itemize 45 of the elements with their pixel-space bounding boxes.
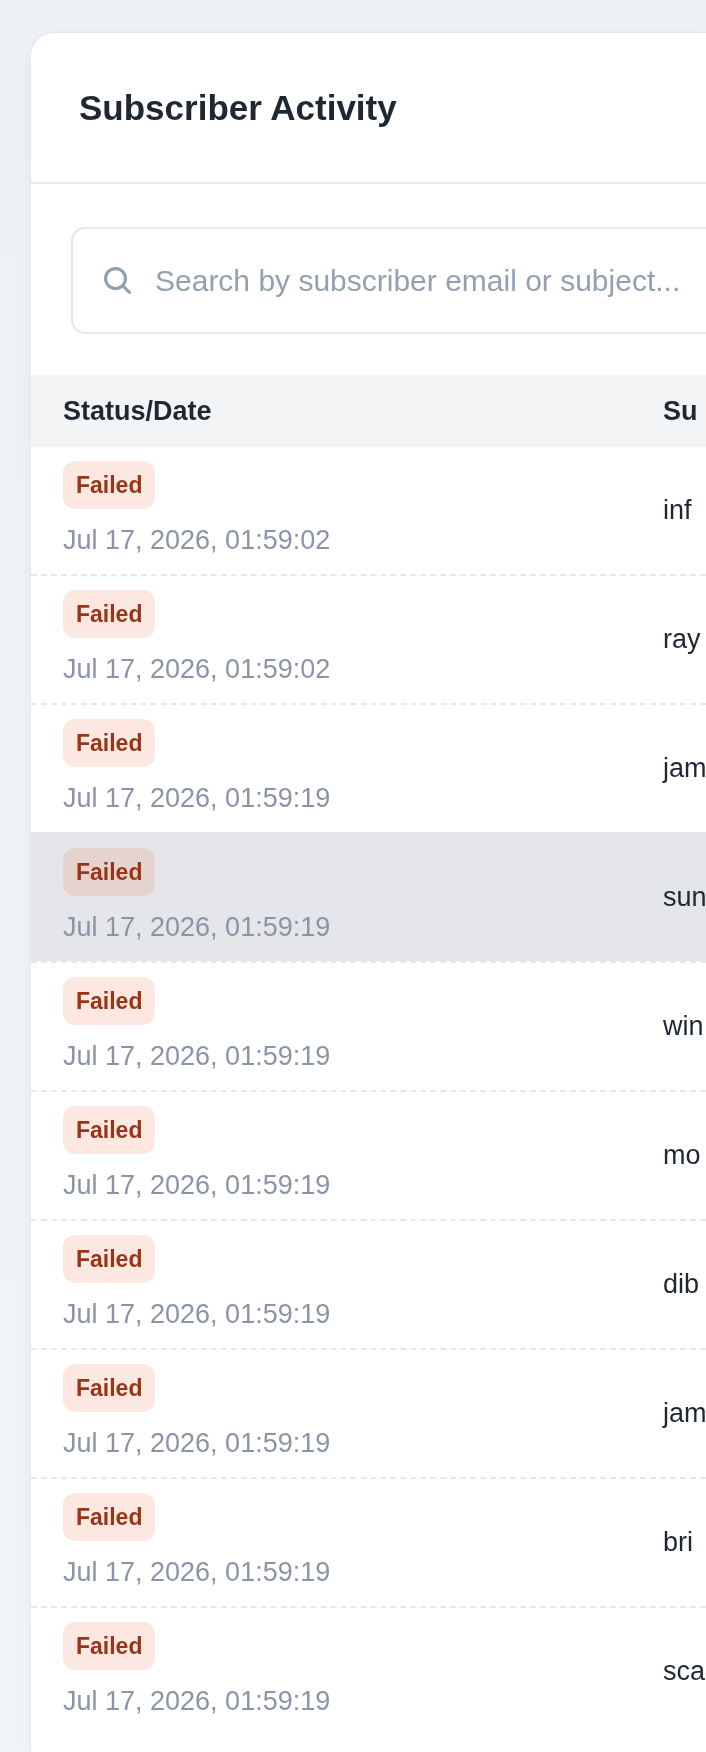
date-text: Jul 17, 2026, 01:59:19 [63, 1169, 331, 1202]
table-cell-text: dib [663, 1269, 701, 1300]
table-cell-text: mo [663, 1140, 702, 1171]
date-text: Jul 17, 2026, 01:59:19 [63, 1685, 331, 1718]
date-text: Jul 17, 2026, 01:59:19 [63, 911, 331, 944]
status-badge: Failed [63, 590, 156, 638]
column-header: Su [663, 395, 699, 427]
status-badge: Failed [63, 461, 156, 509]
table-cell: sca [663, 1656, 706, 1687]
table-row[interactable]: Failed Jul 17, 2026, 01:59:02 inf [31, 447, 706, 574]
table-row[interactable]: Failed Jul 17, 2026, 01:59:19 jam [31, 1348, 706, 1477]
status-badge: Failed [63, 1493, 156, 1541]
table-cell-text: ray [663, 624, 702, 655]
table-row[interactable]: Failed Jul 17, 2026, 01:59:02 ray [31, 574, 706, 703]
table-row[interactable]: Failed Jul 17, 2026, 01:59:19 dib [31, 1219, 706, 1348]
table-cell-text: bri [663, 1527, 694, 1558]
date-text: Jul 17, 2026, 01:59:02 [63, 653, 331, 686]
search-field[interactable]: Search by subscriber email or subject... [71, 227, 706, 334]
table-cell-text: win [663, 1011, 705, 1042]
table-cell: jam [663, 753, 706, 784]
column-header: Status/Date [63, 395, 213, 427]
date-text: Jul 17, 2026, 01:59:19 [63, 1040, 331, 1073]
status-badge: Failed [63, 1364, 156, 1412]
table-row[interactable]: Failed Jul 17, 2026, 01:59:19 bri [31, 1477, 706, 1606]
date-text: Jul 17, 2026, 01:59:19 [63, 1556, 331, 1589]
table-row[interactable]: Failed Jul 17, 2026, 01:59:19 sun [31, 832, 706, 961]
status-badge: Failed [63, 719, 156, 767]
table-row[interactable]: Failed Jul 17, 2026, 01:59:19 win [31, 961, 706, 1090]
status-badge: Failed [63, 1622, 156, 1670]
date-text: Jul 17, 2026, 01:59:19 [63, 1427, 331, 1460]
date-text: Jul 17, 2026, 01:59:19 [63, 1298, 331, 1331]
table-cell-text: inf [663, 495, 693, 526]
card-title: Subscriber Activity [79, 86, 397, 129]
status-badge: Failed [63, 977, 156, 1025]
table-row[interactable]: Failed Jul 17, 2026, 01:59:19 jam [31, 703, 706, 832]
date-text: Jul 17, 2026, 01:59:02 [63, 524, 331, 557]
status-badge: Failed [63, 1235, 156, 1283]
search-icon [104, 267, 131, 294]
table-row[interactable]: Failed Jul 17, 2026, 01:59:19 mo [31, 1090, 706, 1219]
table-cell: jam [663, 1398, 706, 1429]
table-row[interactable]: Failed Jul 17, 2026, 01:59:19 sca [31, 1606, 706, 1735]
date-text: Jul 17, 2026, 01:59:19 [63, 782, 331, 815]
status-badge: Failed [63, 1106, 156, 1154]
table-cell: sun [663, 882, 706, 913]
status-badge: Failed [63, 848, 156, 896]
